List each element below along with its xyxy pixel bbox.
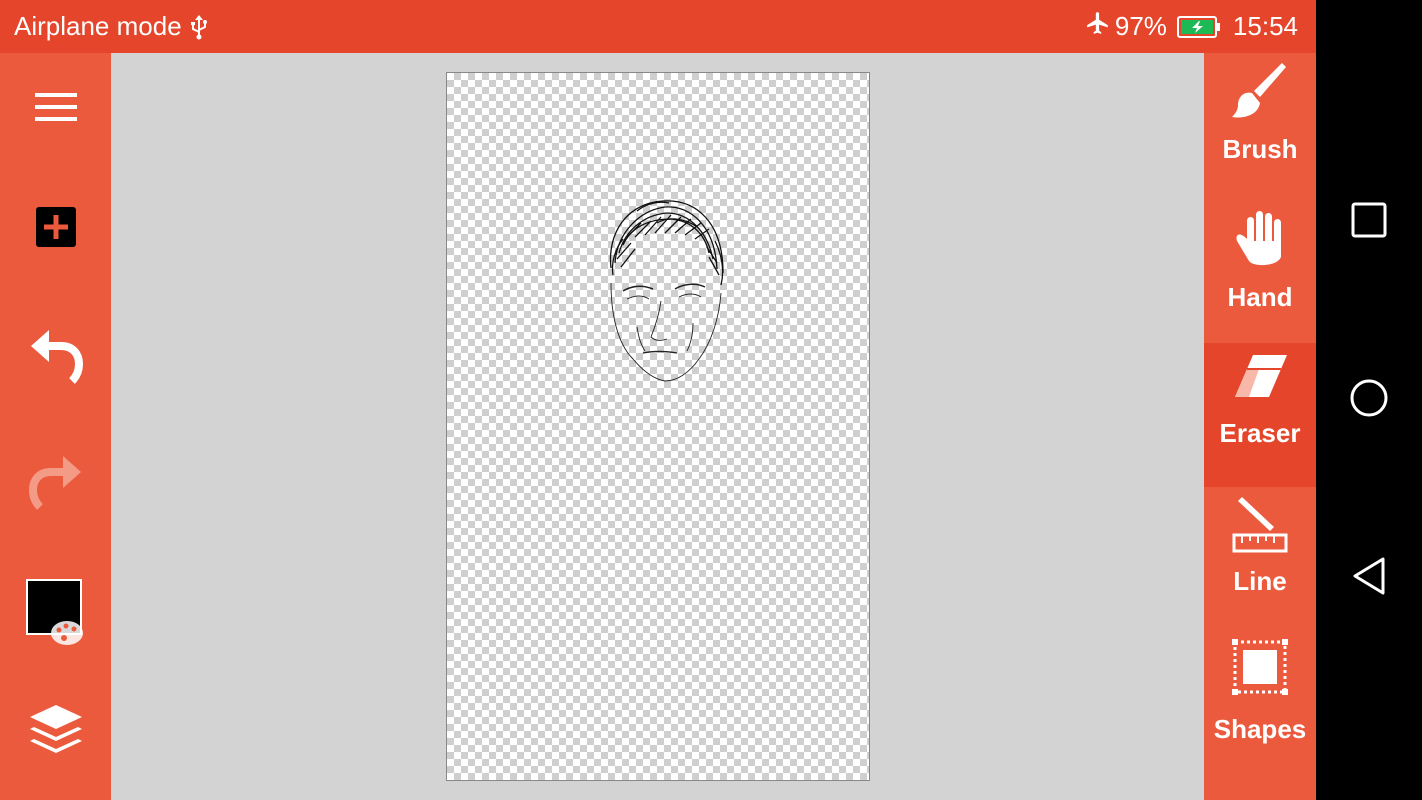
hand-icon: [1233, 209, 1287, 274]
navigation-bar: [1316, 0, 1422, 800]
tool-eraser-label: Eraser: [1219, 418, 1301, 448]
clock: 15:54: [1232, 11, 1298, 41]
recents-square-icon: [1351, 202, 1387, 243]
tool-shapes-label: Shapes: [1213, 714, 1307, 744]
color-picker-icon: [24, 575, 88, 652]
left-toolbar: [0, 53, 111, 800]
usb-icon: [190, 14, 208, 40]
recents-button[interactable]: [1316, 196, 1422, 248]
layers-button[interactable]: [0, 703, 111, 763]
add-layer-button[interactable]: [0, 199, 111, 259]
layers-icon: [28, 703, 84, 764]
back-triangle-icon: [1351, 556, 1387, 601]
tool-line[interactable]: Line: [1204, 491, 1316, 635]
tool-line-label: Line: [1233, 566, 1287, 596]
hamburger-menu-icon: [34, 91, 78, 128]
tool-eraser[interactable]: Eraser: [1204, 343, 1316, 487]
tool-hand[interactable]: Hand: [1204, 201, 1316, 341]
battery-percent: 97%: [1114, 11, 1167, 41]
shapes-icon: [1232, 639, 1288, 700]
drawing-canvas[interactable]: [446, 72, 870, 781]
status-left: Airplane mode: [14, 11, 208, 42]
redo-button[interactable]: [0, 449, 111, 519]
status-right: 97% 15:54: [1085, 10, 1298, 43]
add-layer-icon: [35, 206, 77, 253]
undo-button[interactable]: [0, 323, 111, 393]
color-picker-button[interactable]: [0, 573, 111, 653]
tool-hand-label: Hand: [1227, 282, 1293, 312]
face-sketch: [609, 200, 724, 382]
airplane-icon: [1085, 10, 1111, 43]
menu-button[interactable]: [0, 79, 111, 139]
redo-icon: [27, 454, 85, 515]
airplane-mode-text: Airplane mode: [14, 11, 182, 41]
back-button[interactable]: [1316, 552, 1422, 604]
canvas-area: [111, 53, 1204, 800]
right-toolbar: Brush Hand Eraser Line Shapes: [1204, 53, 1316, 800]
status-bar: Airplane mode 97% 15:54: [0, 0, 1316, 53]
battery-charging-icon: [1176, 15, 1221, 38]
home-button[interactable]: [1316, 374, 1422, 426]
tool-brush-label: Brush: [1222, 134, 1298, 164]
brush-icon: [1230, 61, 1290, 126]
tool-brush[interactable]: Brush: [1204, 53, 1316, 197]
home-circle-icon: [1349, 378, 1389, 423]
tool-shapes[interactable]: Shapes: [1204, 637, 1316, 787]
line-ruler-icon: [1232, 497, 1288, 558]
eraser-icon: [1231, 353, 1289, 410]
undo-icon: [27, 328, 85, 389]
